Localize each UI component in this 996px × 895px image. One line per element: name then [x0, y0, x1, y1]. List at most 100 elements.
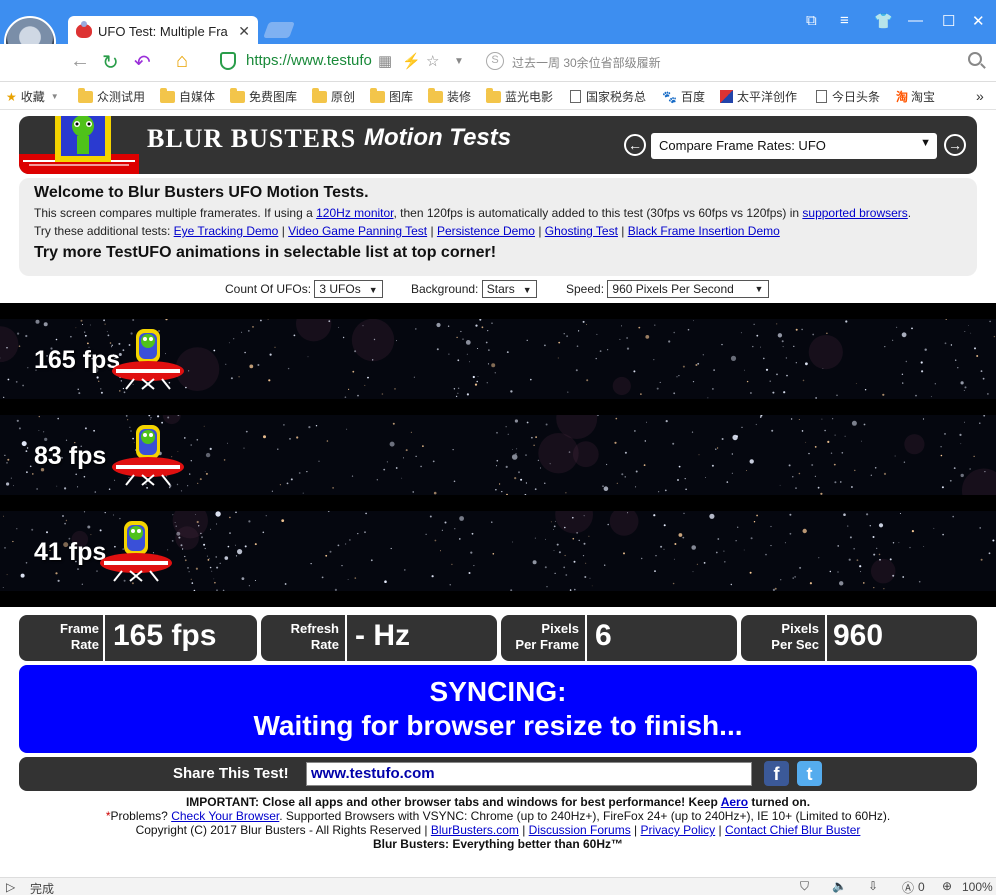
reload-icon[interactable]: ↻ — [102, 50, 119, 75]
background-select[interactable]: Stars ▼ — [481, 280, 537, 298]
zoom-icon[interactable]: ⊕ — [942, 879, 952, 893]
panel-divider — [103, 615, 105, 661]
home-icon[interactable]: ⌂ — [176, 50, 188, 73]
back-arrow-icon[interactable]: ← — [70, 50, 90, 73]
prev-test-arrow-icon[interactable]: ← — [624, 134, 646, 156]
zoom-level: 100% — [962, 880, 993, 894]
maximize-icon[interactable]: ☐ — [942, 12, 955, 30]
compare-test-select[interactable]: Compare Frame Rates: UFO ▼ — [651, 133, 937, 159]
speaker-icon[interactable]: 🔈 — [832, 879, 847, 893]
refresh-rate-value: - Hz — [355, 619, 410, 652]
status-text: 完成 — [30, 882, 55, 895]
share-label: Share This Test! — [173, 765, 289, 782]
link-privacy-policy[interactable]: Privacy Policy — [641, 823, 716, 837]
welcome-info-box: Welcome to Blur Busters UFO Motion Tests… — [19, 178, 977, 276]
link-persistence-demo[interactable]: Persistence Demo — [437, 224, 535, 238]
undo-icon[interactable]: ↶ — [134, 50, 151, 75]
frame-rate-value: 165 fps — [113, 619, 217, 652]
chevron-down-icon: ▼ — [920, 137, 931, 149]
bookmark-page[interactable]: 淘淘宝 — [896, 88, 935, 105]
refresh-rate-panel: Refresh Rate - Hz — [261, 615, 497, 661]
chevron-down-icon[interactable]: ▼ — [454, 56, 464, 67]
chevron-down-icon: ▼ — [522, 285, 532, 295]
shield-icon[interactable]: ⛉ — [800, 879, 809, 894]
pixels-per-frame-label: Pixels Per Frame — [515, 621, 579, 652]
problems-note: *Problems? Check Your Browser. Supported… — [105, 809, 891, 823]
try-more-text: Try more TestUFO animations in selectabl… — [34, 244, 497, 261]
tab-title: UFO Test: Multiple Fra — [98, 23, 228, 39]
compare-select-value: Compare Frame Rates: UFO — [659, 138, 826, 153]
ufo-count-control: Count Of UFOs: 3 UFOs ▼ — [225, 280, 383, 298]
bookmark-folder[interactable]: 蓝光电影 — [486, 87, 553, 105]
bookmark-folder[interactable]: 免费图库 — [230, 87, 297, 105]
refresh-rate-label: Refresh Rate — [290, 621, 339, 652]
bookmark-folder[interactable]: 图库 — [370, 87, 413, 105]
additional-tests-line: Try these additional tests: Eye Tracking… — [34, 224, 780, 238]
facebook-icon[interactable]: f — [764, 761, 789, 786]
folder-icon — [370, 87, 385, 103]
lightning-icon[interactable]: ⚡ — [402, 52, 421, 70]
link-eye-tracking-demo[interactable]: Eye Tracking Demo — [174, 224, 279, 238]
qr-icon[interactable]: ▦ — [378, 52, 392, 70]
lane-fps-label: 41 fps — [34, 538, 107, 566]
link-ghosting-test[interactable]: Ghosting Test — [545, 224, 618, 238]
bookmark-folder[interactable]: 装修 — [428, 87, 471, 105]
share-url-field[interactable]: www.testufo.com — [306, 762, 752, 786]
bookmark-folder[interactable]: 原创 — [312, 87, 355, 105]
bookmark-page[interactable]: 🐾 百度 — [662, 88, 705, 105]
bookmark-favorites[interactable]: ★ 收藏 ▼ — [6, 88, 59, 105]
more-bookmarks-icon[interactable]: » — [976, 88, 984, 104]
adblock-icon[interactable]: Ⓐ — [902, 879, 914, 895]
speed-select[interactable]: 960 Pixels Per Second ▼ — [607, 280, 770, 298]
ufo-animation-area: 165 fps 83 fps 41 fps — [0, 303, 996, 607]
menu-icon[interactable]: ≡ — [840, 12, 849, 29]
bookmark-page[interactable]: 太平洋创作 — [720, 88, 797, 105]
copyright-line: Copyright (C) 2017 Blur Busters - All Ri… — [135, 823, 861, 837]
link-video-game-panning-test[interactable]: Video Game Panning Test — [288, 224, 427, 238]
search-engine-icon[interactable]: S — [486, 52, 504, 70]
link-aero[interactable]: Aero — [721, 795, 748, 809]
skin-shirt-icon[interactable]: 👕 — [874, 12, 893, 30]
brand-title: BLUR BUSTERS — [147, 124, 357, 153]
search-icon[interactable] — [968, 52, 982, 66]
lane-fps-label: 165 fps — [34, 346, 121, 374]
link-black-frame-insertion-demo[interactable]: Black Frame Insertion Demo — [628, 224, 780, 238]
url-field[interactable]: https://www.testufo — [246, 52, 374, 69]
twitter-icon[interactable]: t — [797, 761, 822, 786]
framerate-description: This screen compares multiple framerates… — [34, 206, 912, 220]
browser-tab[interactable]: UFO Test: Multiple Fra ✕ — [68, 16, 258, 46]
ufo-count-select[interactable]: 3 UFOs ▼ — [314, 280, 383, 298]
link-check-browser[interactable]: Check Your Browser — [171, 809, 279, 823]
close-tab-icon[interactable]: ✕ — [238, 23, 250, 40]
frame-rate-panel: Frame Rate 165 fps — [19, 615, 257, 661]
tagline: Blur Busters: Everything better than 60H… — [372, 837, 624, 851]
bookmark-folder[interactable]: 众测试用 — [78, 87, 145, 105]
taobao-icon: 淘 — [896, 90, 909, 104]
background-label: Background: — [411, 282, 479, 296]
window-close-icon[interactable]: ✕ — [972, 12, 985, 30]
tab-count-icon[interactable]: ⧉ — [806, 12, 817, 29]
bookmark-folder[interactable]: 自媒体 — [160, 87, 215, 105]
minimize-icon[interactable]: — — [908, 12, 923, 29]
link-discussion-forums[interactable]: Discussion Forums — [529, 823, 631, 837]
ufo-sprite-icon — [112, 329, 184, 390]
app-icon — [720, 90, 733, 103]
search-input[interactable]: 过去一周 30余位省部级履新 — [512, 54, 661, 71]
pixels-per-frame-panel: Pixels Per Frame 6 — [501, 615, 737, 661]
ufo-count-label: Count Of UFOs: — [225, 282, 312, 296]
star-icon[interactable]: ☆ — [426, 52, 439, 70]
bookmark-page[interactable]: 今日头条 — [816, 88, 880, 105]
welcome-heading: Welcome to Blur Busters UFO Motion Tests… — [34, 184, 369, 201]
download-icon[interactable]: ⇩ — [868, 879, 878, 893]
ufo-sprite-icon — [100, 521, 172, 582]
sidebar-toggle-icon[interactable]: ▷ — [6, 880, 15, 894]
link-supported-browsers[interactable]: supported browsers — [802, 206, 907, 220]
link-120hz-monitor[interactable]: 120Hz monitor — [316, 206, 393, 220]
bookmark-page[interactable]: 国家税务总 — [570, 88, 646, 105]
link-contact-chief[interactable]: Contact Chief Blur Buster — [725, 823, 860, 837]
alien-mascot-logo — [19, 116, 139, 174]
link-blurbusters[interactable]: BlurBusters.com — [431, 823, 519, 837]
folder-icon — [160, 87, 175, 103]
next-test-arrow-icon[interactable]: → — [944, 134, 966, 156]
panel-divider — [585, 615, 587, 661]
